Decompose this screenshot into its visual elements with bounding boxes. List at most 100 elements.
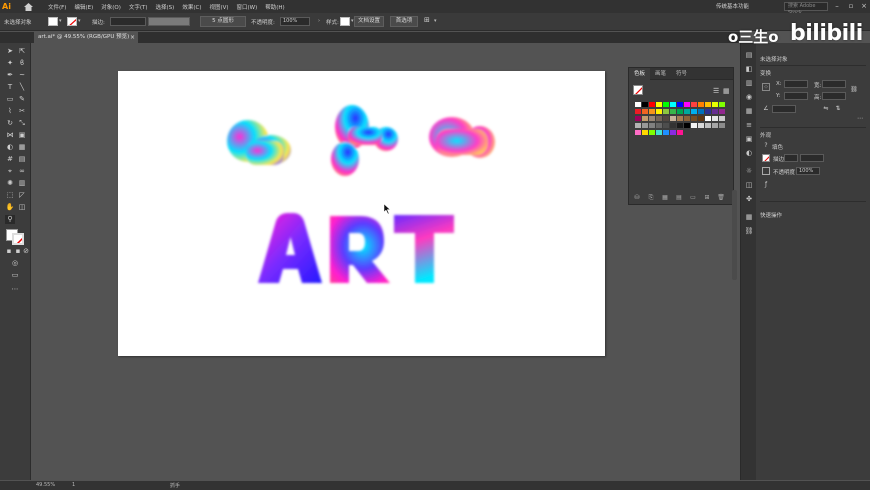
color-swatch[interactable]	[698, 102, 704, 107]
pen-tool-icon[interactable]: ✒	[5, 71, 15, 80]
selection-tool-icon[interactable]: ➤	[5, 47, 15, 56]
rotate-tool-icon[interactable]: ↻	[5, 119, 15, 128]
color-swatch[interactable]	[684, 123, 690, 128]
color-swatch[interactable]	[670, 109, 676, 114]
zoom-level[interactable]: 49.55%	[36, 482, 55, 488]
menu-window[interactable]: 窗口(W)	[237, 3, 258, 11]
reference-point-icon[interactable]: ⁘	[762, 83, 770, 91]
paintbrush-icon[interactable]: ✎	[17, 95, 27, 104]
color-guide-icon[interactable]: ▦	[744, 107, 754, 116]
swatches-icon[interactable]: ▦	[744, 213, 754, 222]
workspace-switcher[interactable]: 传统基本功能	[716, 2, 749, 10]
color-swatch[interactable]	[649, 102, 655, 107]
menu-help[interactable]: 帮助(H)	[265, 3, 284, 11]
perspective-grid-icon[interactable]: ▦	[17, 143, 27, 152]
graphic-styles-icon[interactable]: ◫	[744, 181, 754, 190]
color-swatch[interactable]	[649, 109, 655, 114]
menu-file[interactable]: 文件(F)	[48, 3, 66, 11]
color-swatch[interactable]	[705, 116, 711, 121]
list-view-icon[interactable]: ☰	[713, 87, 719, 95]
color-swatch[interactable]	[649, 130, 655, 135]
color-swatch[interactable]	[712, 102, 718, 107]
color-swatch[interactable]	[663, 130, 669, 135]
artboard[interactable]	[118, 71, 605, 356]
stroke-weight-field[interactable]	[800, 154, 824, 162]
rectangle-tool-icon[interactable]: ▭	[5, 95, 15, 104]
x-field[interactable]	[784, 80, 808, 88]
color-swatch[interactable]	[656, 123, 662, 128]
chevron-down-icon[interactable]: ▾	[434, 18, 437, 24]
menu-edit[interactable]: 编辑(E)	[74, 3, 93, 11]
color-swatch[interactable]	[719, 116, 725, 121]
close-tab-icon[interactable]: ×	[130, 32, 135, 43]
active-fill-swatch[interactable]	[633, 85, 643, 95]
color-swatch[interactable]	[670, 130, 676, 135]
new-color-group-icon[interactable]: ▭	[689, 194, 697, 202]
menu-view[interactable]: 视图(V)	[209, 3, 228, 11]
question-icon[interactable]: ?	[762, 142, 770, 150]
color-swatch[interactable]	[677, 123, 683, 128]
blend-tool-icon[interactable]: ∞	[17, 167, 27, 176]
fill-swatch[interactable]	[48, 17, 58, 26]
chevron-down-icon[interactable]: ▾	[59, 18, 62, 24]
close-window-icon[interactable]: ×	[857, 0, 870, 13]
color-swatch[interactable]	[635, 109, 641, 114]
swatch-kinds-icon[interactable]: ▦	[661, 194, 669, 202]
color-swatch[interactable]	[635, 116, 641, 121]
color-swatch[interactable]	[642, 109, 648, 114]
color-swatch[interactable]	[677, 130, 683, 135]
stroke-swatch-icon[interactable]	[762, 154, 770, 162]
properties-icon[interactable]: ▤	[744, 51, 754, 60]
color-swatch[interactable]	[684, 109, 690, 114]
color-swatch[interactable]	[677, 109, 683, 114]
constrain-proportions-icon[interactable]: ⛓	[850, 86, 858, 94]
color-swatch[interactable]	[649, 123, 655, 128]
opacity-checkbox[interactable]	[762, 167, 770, 175]
document-tab[interactable]: art.ai* @ 49.55% (RGB/GPU 预览) ×	[34, 32, 138, 43]
gradient-icon[interactable]: ▣	[744, 135, 754, 144]
shape-builder-icon[interactable]: ◐	[5, 143, 15, 152]
column-graph-icon[interactable]: ▥	[17, 179, 27, 188]
edit-toolbar-icon[interactable]: ⋯	[10, 285, 20, 294]
color-swatch[interactable]	[705, 109, 711, 114]
color-swatch[interactable]	[663, 116, 669, 121]
variable-width-profile[interactable]	[148, 17, 190, 26]
color-swatch[interactable]	[656, 102, 662, 107]
color-swatch[interactable]	[684, 102, 690, 107]
color-swatch[interactable]	[698, 116, 704, 121]
rotate-field[interactable]	[772, 105, 796, 113]
fx-icon[interactable]: ƒ	[762, 181, 770, 189]
zoom-tool-icon[interactable]: ⚲	[5, 215, 15, 224]
appearance-icon[interactable]: ☼	[744, 167, 754, 176]
width-field[interactable]	[822, 80, 846, 88]
eraser-icon[interactable]: ◫	[17, 203, 27, 212]
color-swatch[interactable]	[642, 116, 648, 121]
layers-icon[interactable]: ◧	[744, 65, 754, 74]
document-setup-button[interactable]: 文档设置	[354, 16, 384, 27]
libraries-icon[interactable]: ▥	[744, 79, 754, 88]
free-transform-icon[interactable]: ▣	[17, 131, 27, 140]
tab-brushes[interactable]: 画笔	[650, 68, 671, 80]
color-swatch[interactable]	[705, 102, 711, 107]
color-swatch[interactable]	[712, 123, 718, 128]
artboard-tool-icon[interactable]: ⬚	[5, 191, 15, 200]
arrange-documents-icon[interactable]: ⊞	[424, 16, 430, 24]
y-field[interactable]	[784, 92, 808, 100]
color-swatch[interactable]	[698, 123, 704, 128]
stroke-swatch[interactable]	[67, 17, 77, 26]
line-tool-icon[interactable]: ╲	[17, 83, 27, 92]
stock-search-input[interactable]: 搜索 Adobe Stock	[784, 2, 828, 16]
color-swatch[interactable]	[684, 116, 690, 121]
scale-tool-icon[interactable]: ⤡	[17, 119, 27, 128]
color-swatch[interactable]	[635, 130, 641, 135]
flip-vertical-icon[interactable]: ⇅	[834, 105, 842, 113]
color-swatch[interactable]	[677, 116, 683, 121]
color-swatch[interactable]	[656, 130, 662, 135]
flip-horizontal-icon[interactable]: ⇋	[822, 105, 830, 113]
color-icon[interactable]: ◉	[744, 93, 754, 102]
graphic-style-swatch[interactable]	[340, 17, 350, 26]
stroke-icon[interactable]: ≡	[744, 121, 754, 130]
rotate-angle-icon[interactable]: ∠	[762, 105, 770, 113]
new-swatch-icon[interactable]: ⊞	[703, 194, 711, 202]
width-tool-icon[interactable]: ⋈	[5, 131, 15, 140]
